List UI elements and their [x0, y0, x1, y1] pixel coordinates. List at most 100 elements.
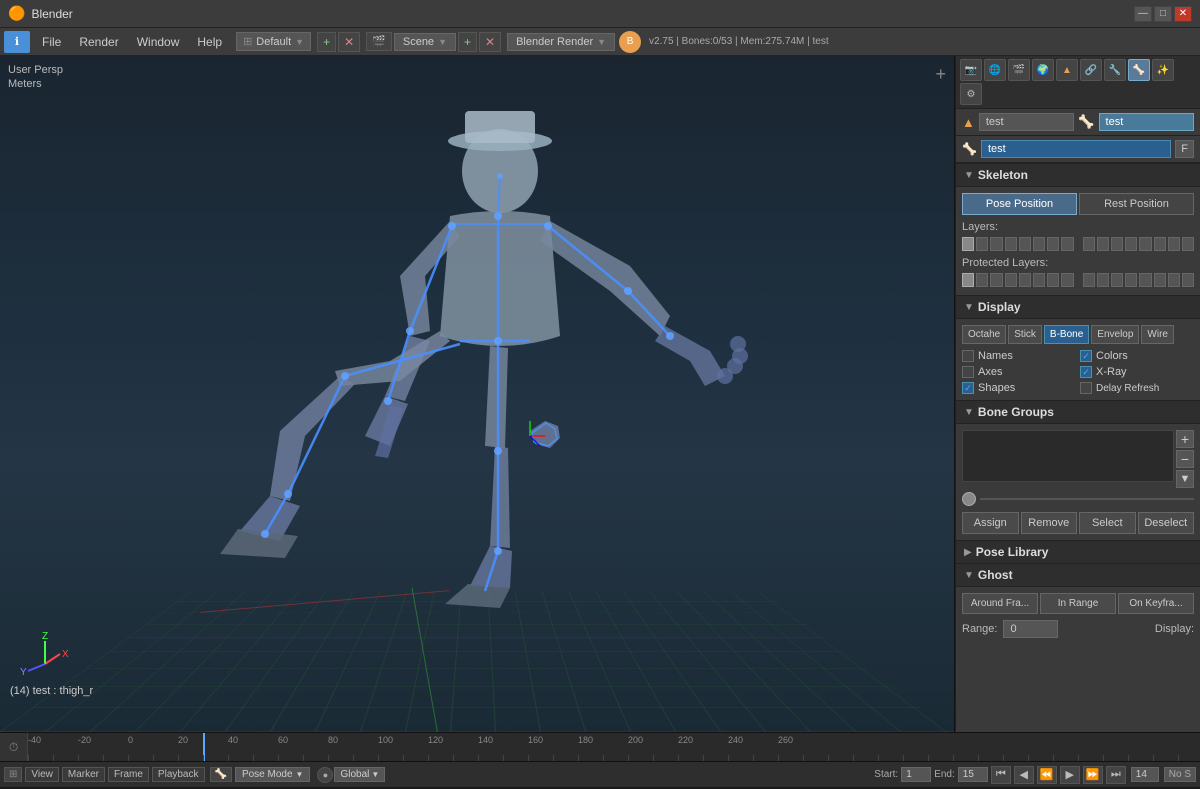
prot-layer-btn-11[interactable] — [1111, 273, 1123, 287]
marker-menu[interactable]: Marker — [62, 767, 105, 782]
prot-layer-btn-6[interactable] — [1033, 273, 1045, 287]
armature-name-input[interactable] — [981, 140, 1171, 158]
ghost-section-header[interactable]: ▼ Ghost — [956, 563, 1200, 587]
names-checkbox[interactable] — [962, 350, 974, 362]
close-button[interactable]: ✕ — [1174, 6, 1192, 22]
jump-to-start-button[interactable]: ⏮ — [991, 766, 1011, 784]
reverse-play-button[interactable]: ⏪ — [1037, 766, 1057, 784]
fake-user-button[interactable]: F — [1175, 140, 1194, 158]
data-icon[interactable]: 🦴 — [1128, 59, 1150, 81]
prot-layer-btn-14[interactable] — [1154, 273, 1166, 287]
pose-mode-selector[interactable]: Pose Mode ▼ — [235, 767, 311, 782]
layout-selector[interactable]: ⊞ Default ▼ — [236, 32, 311, 51]
rest-position-button[interactable]: Rest Position — [1079, 193, 1194, 215]
range-input[interactable] — [1003, 620, 1058, 638]
delay-refresh-checkbox[interactable] — [1080, 382, 1092, 394]
axes-checkbox[interactable] — [962, 366, 974, 378]
prot-layer-btn-9[interactable] — [1083, 273, 1095, 287]
layer-btn-6[interactable] — [1033, 237, 1045, 251]
current-frame-input[interactable] — [1131, 767, 1159, 782]
octahe-button[interactable]: Octahe — [962, 325, 1006, 344]
next-frame-button[interactable]: ⏩ — [1083, 766, 1103, 784]
prot-layer-btn-12[interactable] — [1125, 273, 1137, 287]
prot-layer-btn-active[interactable] — [962, 273, 974, 287]
constraints-icon[interactable]: 🔗 — [1080, 59, 1102, 81]
close-scene-button[interactable]: ✕ — [479, 32, 501, 52]
timeline-icon[interactable]: ⏱ — [0, 733, 28, 761]
layer-btn-14[interactable] — [1154, 237, 1166, 251]
around-frame-button[interactable]: Around Fra... — [962, 593, 1038, 614]
prot-layer-btn-5[interactable] — [1019, 273, 1031, 287]
render-engine-selector[interactable]: Blender Render ▼ — [507, 33, 615, 51]
prot-layer-btn-10[interactable] — [1097, 273, 1109, 287]
prot-layer-btn-3[interactable] — [990, 273, 1002, 287]
sphere-icon[interactable]: ● — [317, 767, 333, 783]
render-icon[interactable]: 🌐 — [984, 59, 1006, 81]
frame-menu[interactable]: Frame — [108, 767, 149, 782]
layer-btn-8[interactable] — [1061, 237, 1073, 251]
bone-group-list[interactable] — [962, 430, 1174, 482]
prot-layer-btn-2[interactable] — [976, 273, 988, 287]
layer-btn-11[interactable] — [1111, 237, 1123, 251]
layer-btn-13[interactable] — [1139, 237, 1151, 251]
envelop-button[interactable]: Envelop — [1091, 325, 1139, 344]
viewport-icon-bottom[interactable]: ⊞ — [4, 767, 22, 782]
select-button[interactable]: Select — [1079, 512, 1136, 534]
menu-help[interactable]: Help — [189, 33, 230, 51]
particles-icon[interactable]: ✨ — [1152, 59, 1174, 81]
add-scene-button[interactable]: + — [458, 32, 477, 52]
xray-checkbox[interactable]: ✓ — [1080, 366, 1092, 378]
prot-layer-btn-8[interactable] — [1061, 273, 1073, 287]
view-menu-bottom[interactable]: View — [25, 767, 59, 782]
modifiers-icon[interactable]: 🔧 — [1104, 59, 1126, 81]
menu-window[interactable]: Window — [129, 33, 188, 51]
object-selector-button[interactable]: test — [979, 113, 1074, 131]
mode-selector-bottom[interactable]: 🦴 — [210, 767, 232, 782]
menu-file[interactable]: File — [34, 33, 69, 51]
object-icon[interactable]: ▲ — [1056, 59, 1078, 81]
bone-groups-section-header[interactable]: ▼ Bone Groups — [956, 400, 1200, 424]
layer-btn-7[interactable] — [1047, 237, 1059, 251]
layer-btn-active[interactable] — [962, 237, 974, 251]
add-bone-group-button[interactable]: + — [1176, 430, 1194, 448]
pose-library-section-header[interactable]: ▶ Pose Library — [956, 540, 1200, 563]
viewport-plus-icon[interactable]: + — [935, 64, 946, 85]
remove-button[interactable]: Remove — [1021, 512, 1078, 534]
minimize-button[interactable]: — — [1134, 6, 1152, 22]
world-icon[interactable]: 🌍 — [1032, 59, 1054, 81]
shapes-checkbox[interactable]: ✓ — [962, 382, 974, 394]
prot-layer-btn-4[interactable] — [1005, 273, 1017, 287]
on-keyframe-button[interactable]: On Keyfra... — [1118, 593, 1194, 614]
deselect-button[interactable]: Deselect — [1138, 512, 1195, 534]
layer-btn-16[interactable] — [1182, 237, 1194, 251]
global-selector[interactable]: Global ▼ — [334, 767, 385, 782]
remove-bone-group-button[interactable]: − — [1176, 450, 1194, 468]
prot-layer-btn-13[interactable] — [1139, 273, 1151, 287]
in-range-button[interactable]: In Range — [1040, 593, 1116, 614]
camera-icon[interactable]: 📷 — [960, 59, 982, 81]
assign-button[interactable]: Assign — [962, 512, 1019, 534]
add-layout-button[interactable]: + — [317, 32, 336, 52]
pose-position-button[interactable]: Pose Position — [962, 193, 1077, 215]
start-frame-input[interactable] — [901, 767, 931, 782]
move-bone-group-button[interactable]: ▼ — [1176, 470, 1194, 488]
display-section-header[interactable]: ▼ Display — [956, 295, 1200, 319]
layer-btn-2[interactable] — [976, 237, 988, 251]
jump-to-end-button[interactable]: ⏭ — [1106, 766, 1126, 784]
close-layout-button[interactable]: ✕ — [338, 32, 360, 52]
layer-btn-9[interactable] — [1083, 237, 1095, 251]
layer-btn-12[interactable] — [1125, 237, 1137, 251]
skeleton-section-header[interactable]: ▼ Skeleton — [956, 163, 1200, 187]
timeline[interactable]: ⏱ -40 -20 0 20 40 60 80 100 120 140 160 … — [0, 732, 1200, 762]
b-bone-button[interactable]: B-Bone — [1044, 325, 1089, 344]
layer-btn-5[interactable] — [1019, 237, 1031, 251]
colors-checkbox[interactable]: ✓ — [1080, 350, 1092, 362]
stick-button[interactable]: Stick — [1008, 325, 1042, 344]
layer-btn-15[interactable] — [1168, 237, 1180, 251]
prot-layer-btn-7[interactable] — [1047, 273, 1059, 287]
end-frame-input[interactable] — [958, 767, 988, 782]
playback-menu[interactable]: Playback — [152, 767, 205, 782]
armature-selector-button[interactable]: test — [1099, 113, 1194, 131]
menu-render[interactable]: Render — [71, 33, 126, 51]
layer-btn-4[interactable] — [1005, 237, 1017, 251]
